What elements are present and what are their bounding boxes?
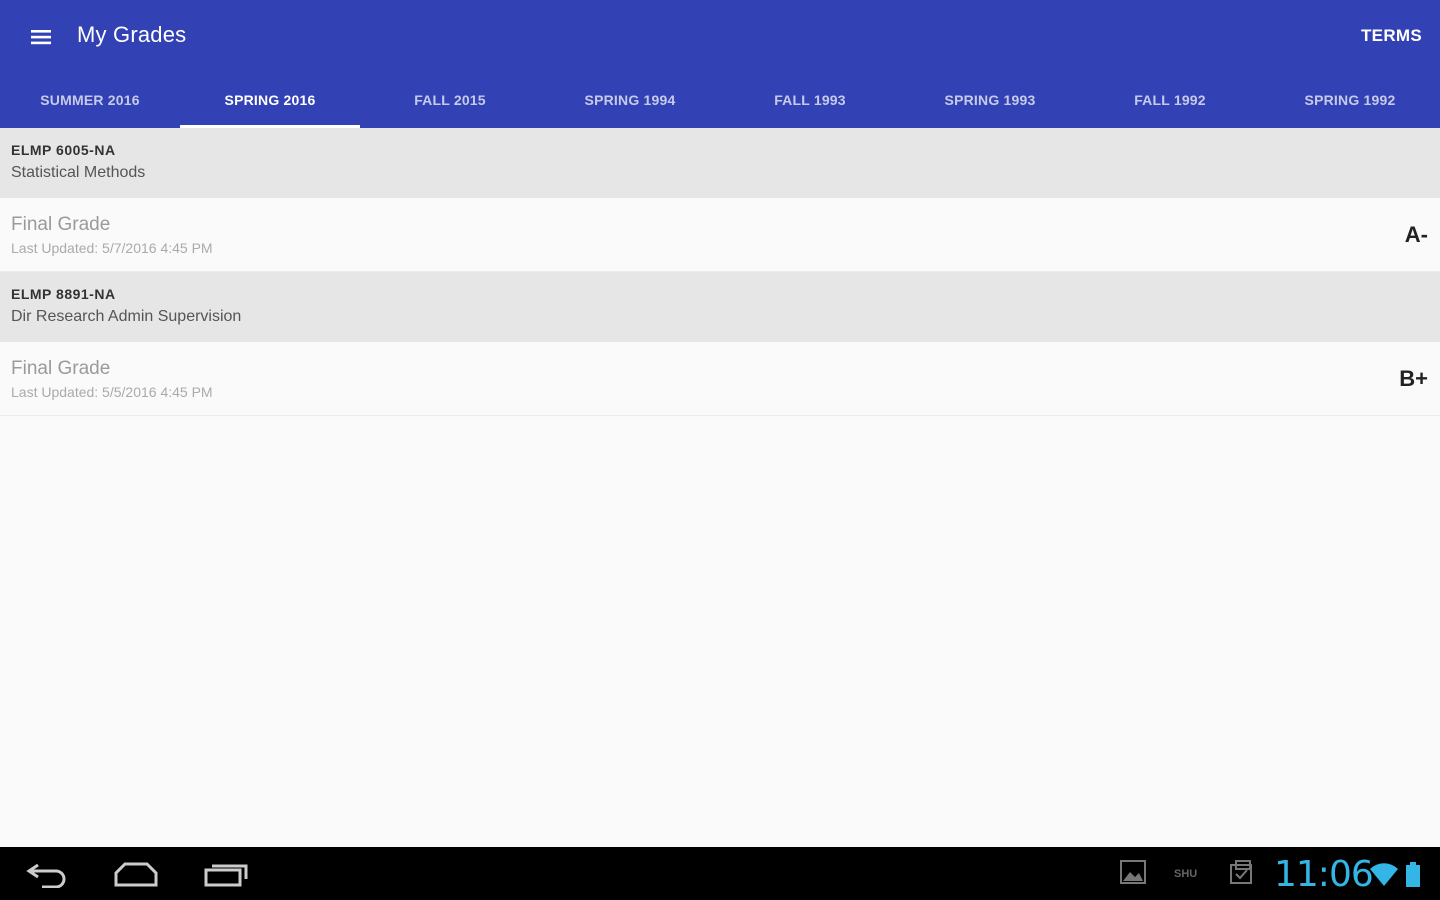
tab-fall-1992[interactable]: FALL 1992: [1080, 72, 1260, 128]
grade-last-updated: Last Updated: 5/7/2016 4:45 PM: [11, 240, 213, 256]
clipboard-notification-icon: [1228, 859, 1256, 885]
back-button[interactable]: [16, 857, 76, 891]
tab-spring-1993[interactable]: SPRING 1993: [900, 72, 1080, 128]
recent-apps-button[interactable]: [196, 857, 256, 891]
app-title: My Grades: [77, 22, 187, 47]
back-icon: [26, 863, 66, 888]
grade-value: B+: [1399, 366, 1428, 391]
status-clock: 11:06: [1274, 854, 1374, 895]
keyboard-indicator: SHU: [1174, 868, 1198, 880]
tab-spring-1994[interactable]: SPRING 1994: [540, 72, 720, 128]
grade-label: Final Grade: [11, 358, 111, 379]
gallery-notification-icon: [1119, 859, 1147, 885]
course-name: Statistical Methods: [11, 164, 146, 181]
recent-apps-icon: [204, 864, 248, 887]
menu-button[interactable]: [22, 20, 60, 54]
grade-last-updated: Last Updated: 5/5/2016 4:45 PM: [11, 384, 213, 400]
tab-fall-2015[interactable]: FALL 2015: [360, 72, 540, 128]
hamburger-menu-icon: [31, 30, 51, 45]
tab-fall-1993[interactable]: FALL 1993: [720, 72, 900, 128]
tab-spring-1992[interactable]: SPRING 1992: [1260, 72, 1440, 128]
course-header: ELMP 8891-NA Dir Research Admin Supervis…: [0, 272, 1440, 342]
toolbar: My Grades TERMS: [0, 0, 1440, 72]
grade-label: Final Grade: [11, 214, 111, 235]
wifi-icon: [1369, 861, 1399, 887]
system-navigation-bar: [0, 847, 1440, 900]
battery-icon: [1404, 861, 1422, 889]
home-icon: [114, 862, 158, 887]
term-tabs: SUMMER 2016 SPRING 2016 FALL 2015 SPRING…: [0, 72, 1440, 128]
course-header: ELMP 6005-NA Statistical Methods: [0, 128, 1440, 198]
tab-summer-2016[interactable]: SUMMER 2016: [0, 72, 180, 128]
grade-row[interactable]: Final Grade Last Updated: 5/7/2016 4:45 …: [0, 198, 1440, 272]
grade-row[interactable]: Final Grade Last Updated: 5/5/2016 4:45 …: [0, 342, 1440, 416]
course-code: ELMP 8891-NA: [11, 286, 116, 302]
course-code: ELMP 6005-NA: [11, 142, 116, 158]
grade-value: A-: [1404, 222, 1428, 247]
grades-list: ELMP 6005-NA Statistical Methods Final G…: [0, 128, 1440, 416]
app-bar: My Grades TERMS SUMMER 2016 SPRING 2016 …: [0, 0, 1440, 128]
course-name: Dir Research Admin Supervision: [11, 308, 242, 325]
home-button[interactable]: [106, 857, 166, 891]
terms-button[interactable]: TERMS: [1361, 26, 1422, 46]
tab-spring-2016[interactable]: SPRING 2016: [180, 72, 360, 128]
